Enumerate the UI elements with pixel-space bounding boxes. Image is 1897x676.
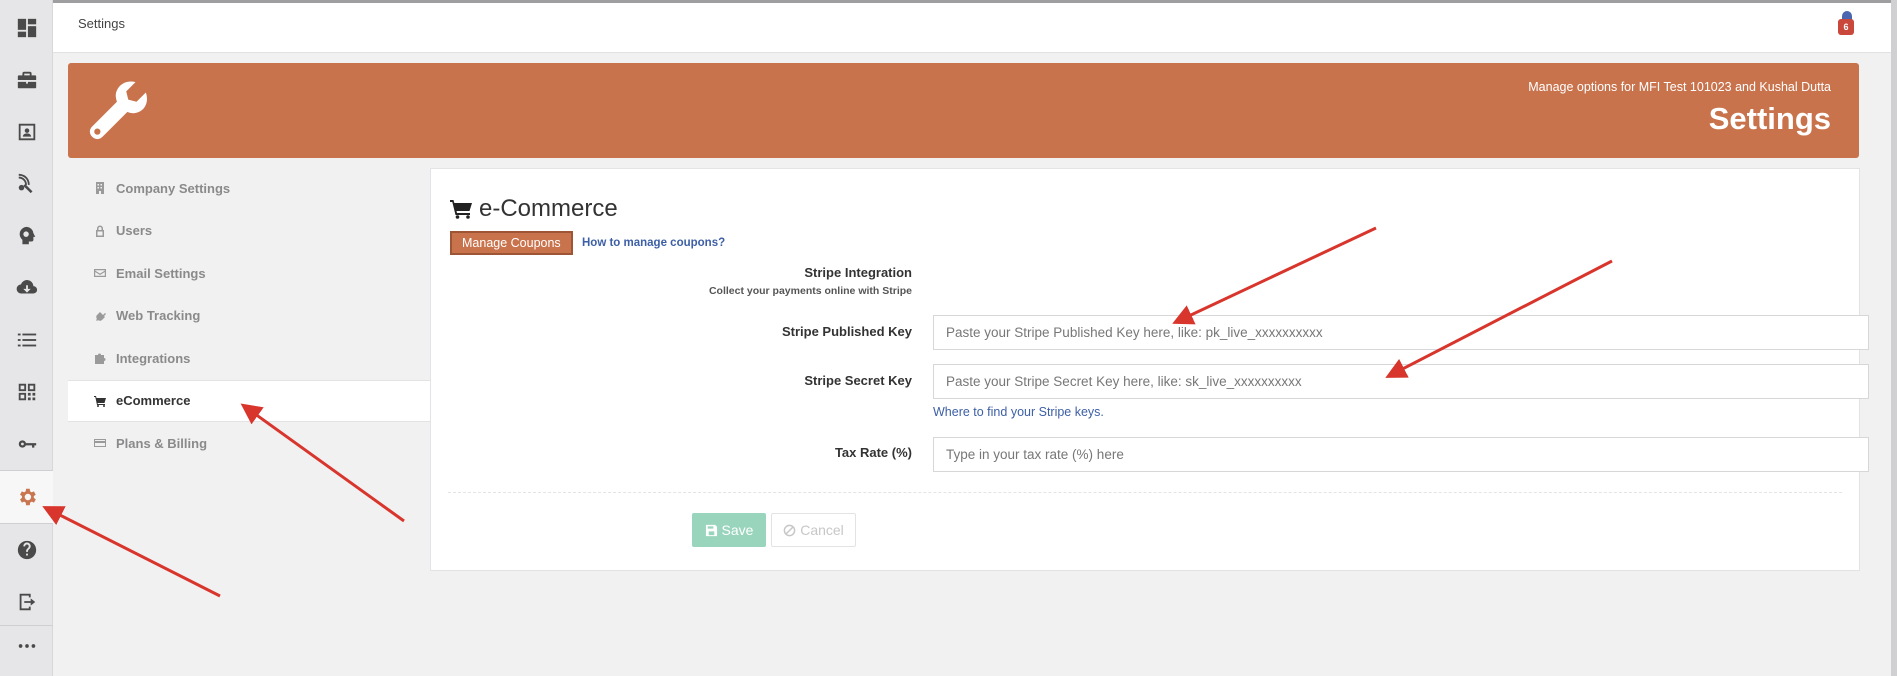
stripe-published-key-field[interactable]: [933, 315, 1869, 350]
puzzle-icon: [94, 352, 106, 365]
stripe-secret-key-field[interactable]: [933, 364, 1869, 399]
page-title: Settings: [78, 16, 125, 31]
subnav-item-web-tracking[interactable]: Web Tracking: [68, 295, 430, 338]
subnav-item-users[interactable]: Users: [68, 210, 430, 253]
scrollbar[interactable]: [1891, 0, 1897, 676]
help-icon[interactable]: [0, 524, 53, 576]
key-icon[interactable]: [0, 418, 53, 470]
cancel-label: Cancel: [800, 522, 844, 538]
section-heading: e-Commerce: [450, 195, 618, 223]
stripe-integration-subheading: Collect your payments online with Stripe: [708, 285, 912, 297]
subnav-item-company-settings[interactable]: Company Settings: [68, 167, 430, 210]
notification-badge: 6: [1838, 19, 1854, 35]
subnav-label: Plans & Billing: [116, 435, 208, 451]
floppy-disk-icon: [705, 524, 717, 536]
banner-subtitle: Manage options for MFI Test 101023 and K…: [1528, 80, 1831, 94]
tracking-icon[interactable]: [0, 158, 53, 210]
cart-icon: [450, 200, 472, 219]
gear-icon[interactable]: [0, 471, 53, 523]
section-title: e-Commerce: [479, 195, 618, 222]
banner-title: Settings: [1708, 101, 1831, 136]
wrench-icon: [89, 81, 148, 140]
settings-banner: Manage options for MFI Test 101023 and K…: [68, 63, 1859, 158]
cancel-button[interactable]: Cancel: [771, 513, 856, 547]
cloud-download-icon[interactable]: [0, 262, 53, 314]
subnav-label: Integrations: [116, 350, 191, 366]
envelope-icon: [94, 267, 106, 279]
brain-icon[interactable]: [0, 210, 53, 262]
subnav-item-email-settings[interactable]: Email Settings: [68, 252, 430, 295]
save-button[interactable]: Save: [692, 513, 766, 547]
lock-icon: [94, 225, 106, 237]
subnav-label: Email Settings: [116, 265, 206, 281]
credit-card-icon: [94, 437, 106, 449]
tax-rate-label: Tax Rate (%): [834, 445, 912, 460]
how-to-manage-coupons-link[interactable]: How to manage coupons?: [582, 237, 725, 249]
briefcase-icon[interactable]: [0, 54, 53, 106]
notification-bell[interactable]: 6: [1837, 11, 1859, 37]
top-bar: Settings 6: [53, 0, 1897, 53]
secret-key-label: Stripe Secret Key: [804, 373, 912, 388]
subnav-item-plans-billing[interactable]: Plans & Billing: [68, 422, 430, 465]
stripe-integration-heading: Stripe Integration: [804, 265, 912, 280]
manage-coupons-button[interactable]: Manage Coupons: [450, 231, 573, 255]
cart-icon: [94, 395, 106, 407]
icon-rail: [0, 0, 53, 676]
published-key-label: Stripe Published Key: [781, 324, 912, 339]
building-icon: [94, 182, 106, 195]
tax-rate-field[interactable]: [933, 437, 1869, 472]
subnav-label: eCommerce: [116, 393, 191, 409]
settings-nav: Company Settings Users Email Settings We…: [68, 167, 430, 465]
more-icon[interactable]: [0, 620, 53, 672]
qr-code-icon[interactable]: [0, 366, 53, 418]
subnav-label: Users: [116, 223, 153, 239]
form-divider: [448, 492, 1842, 493]
ban-icon: [783, 524, 796, 536]
subnav-item-ecommerce[interactable]: eCommerce: [68, 379, 430, 422]
subnav-label: Company Settings: [116, 180, 231, 196]
save-label: Save: [721, 522, 754, 538]
list-icon[interactable]: [0, 314, 53, 366]
dashboard-icon[interactable]: [0, 2, 53, 54]
contact-card-icon[interactable]: [0, 106, 53, 158]
plug-icon: [94, 309, 106, 322]
arrow-to-settings-icon: [42, 506, 221, 598]
subnav-label: Web Tracking: [116, 308, 201, 324]
ecommerce-panel: e-Commerce Manage Coupons How to manage …: [430, 168, 1869, 571]
find-stripe-keys-link[interactable]: Where to find your Stripe keys.: [933, 405, 1104, 419]
subnav-item-integrations[interactable]: Integrations: [68, 337, 430, 380]
